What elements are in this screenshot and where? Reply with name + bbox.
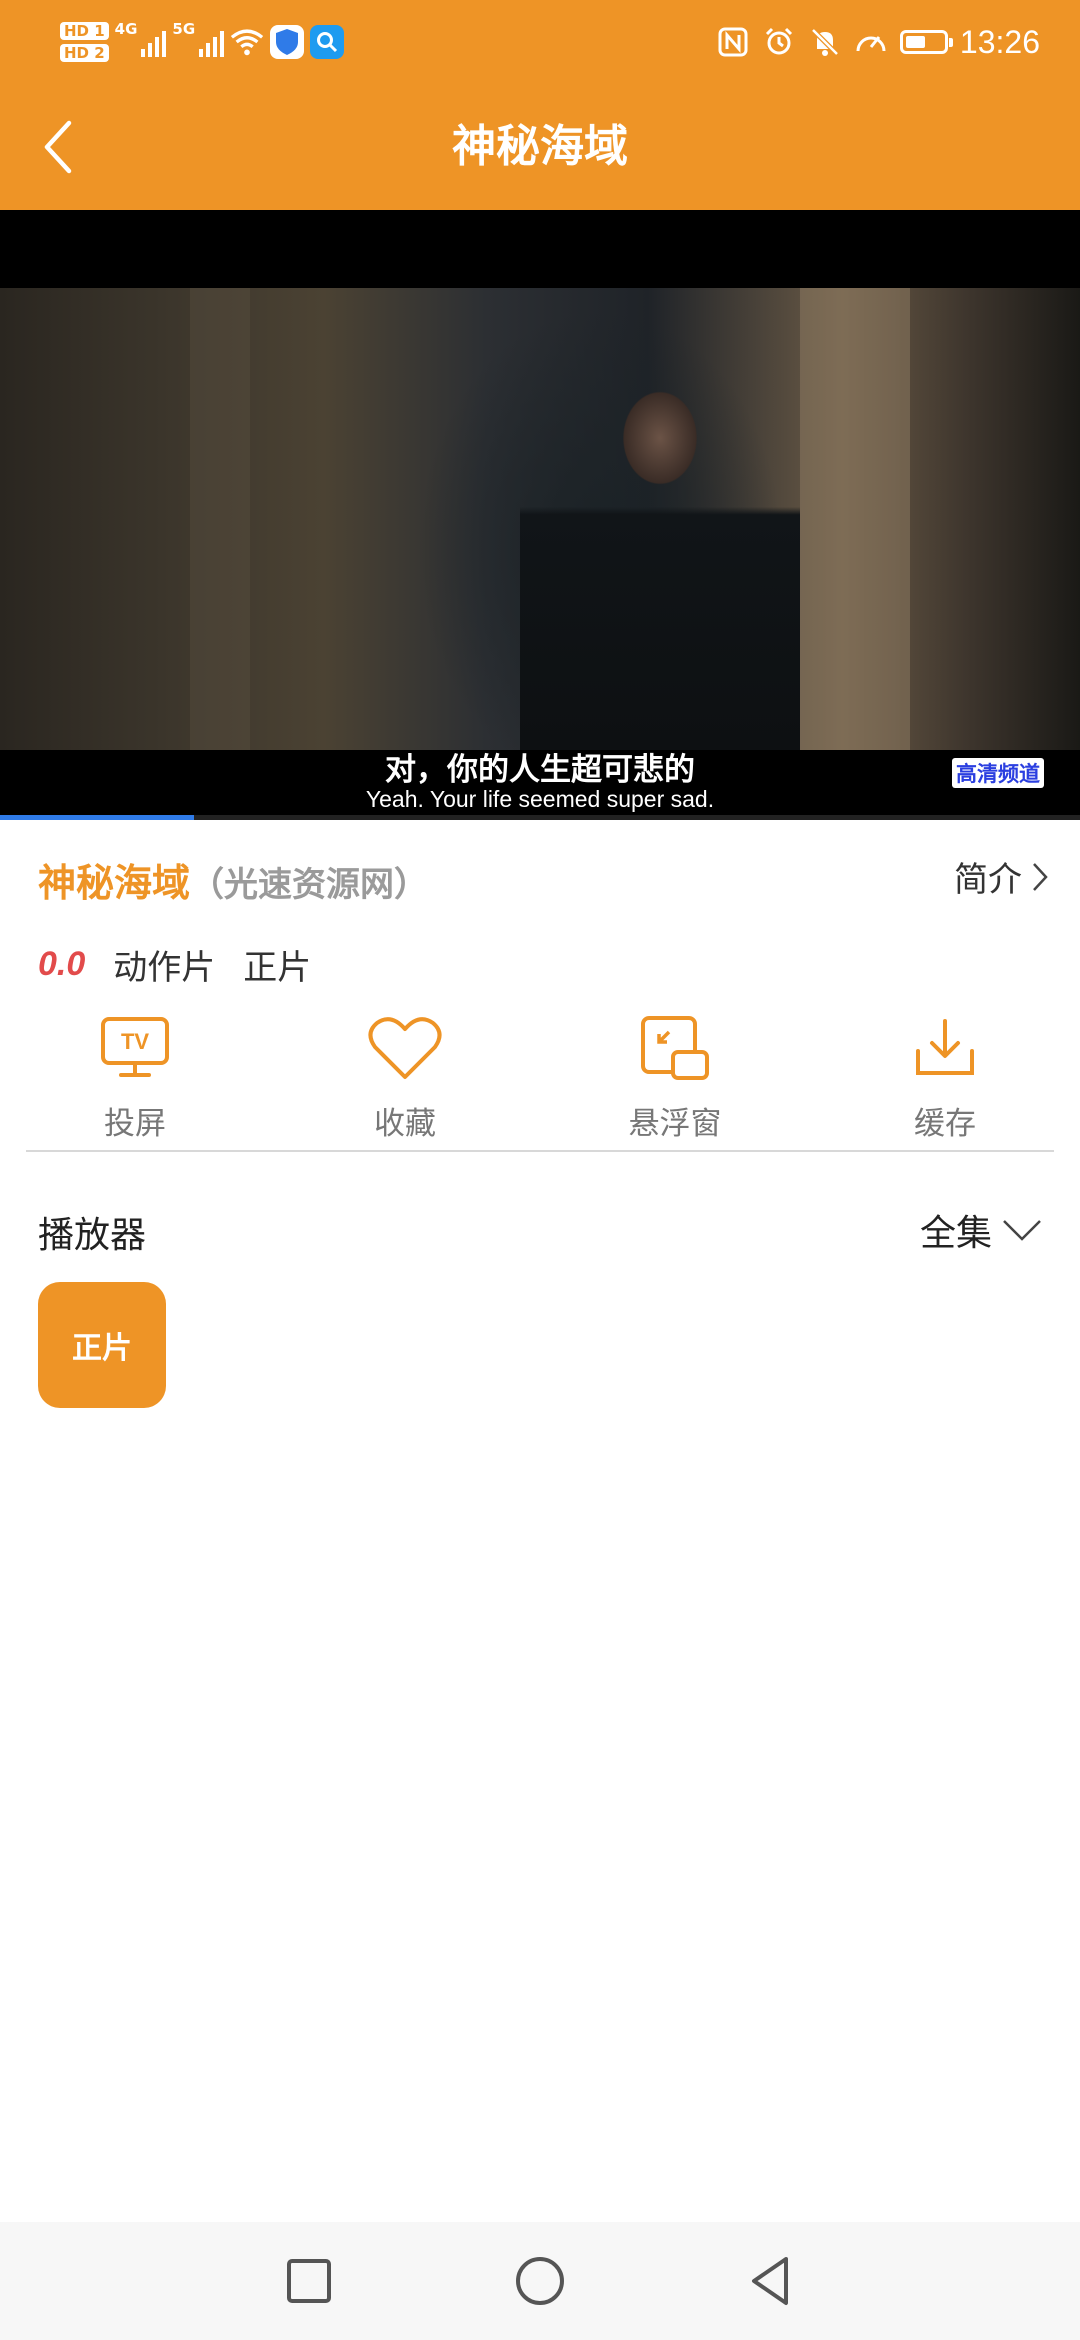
- mute-icon: [808, 25, 842, 59]
- video-frame: [0, 288, 1080, 750]
- subtitle-chinese: 对，你的人生超可悲的: [385, 752, 695, 788]
- download-label: 缓存: [914, 1106, 976, 1142]
- search-app-icon: [310, 25, 345, 59]
- square-icon: [287, 2259, 331, 2303]
- signal-1-icon: [141, 27, 167, 57]
- system-nav-bar: [0, 2222, 1080, 2340]
- circle-icon: [516, 2257, 564, 2305]
- wifi-icon: [230, 25, 264, 59]
- hd1-badge: HD 1: [60, 22, 109, 40]
- status-left: HD 1 HD 2 4G 5G: [60, 10, 345, 74]
- speed-icon: [854, 25, 888, 59]
- status-right: 13:26: [716, 10, 1040, 74]
- favorite-button[interactable]: 收藏: [270, 1010, 540, 1150]
- float-window-button[interactable]: 悬浮窗: [540, 1010, 810, 1150]
- video-title: 神秘海域（光速资源网）: [38, 852, 428, 907]
- favorite-label: 收藏: [374, 1106, 436, 1142]
- scene-column: [190, 288, 250, 750]
- page-title: 神秘海域: [452, 121, 628, 172]
- battery-fill: [905, 36, 926, 48]
- scene-pillar: [800, 288, 910, 750]
- cast-button[interactable]: TV 投屏: [0, 1010, 270, 1150]
- video-source: （光速资源网）: [190, 865, 429, 905]
- rating-score: 0.0: [38, 945, 86, 983]
- video-progress-bar[interactable]: [0, 815, 1080, 820]
- video-player[interactable]: 对，你的人生超可悲的 Yeah. Your life seemed super …: [0, 210, 1080, 820]
- hd2-badge: HD 2: [60, 44, 109, 62]
- intro-button[interactable]: 简介: [954, 852, 1050, 901]
- type-label: 正片: [243, 948, 312, 988]
- intro-label: 简介: [954, 860, 1022, 900]
- cast-label: 投屏: [104, 1106, 166, 1142]
- download-button[interactable]: 缓存: [810, 1010, 1080, 1150]
- channel-watermark: 高清频道: [952, 758, 1044, 788]
- tv-icon: TV: [97, 1010, 173, 1086]
- alarm-icon: [762, 25, 796, 59]
- heart-icon: [367, 1010, 443, 1086]
- video-meta: 0.0 动作片 正片: [38, 940, 311, 989]
- scene-figure: [520, 358, 800, 750]
- nfc-icon: [716, 25, 750, 59]
- genre-label: 动作片: [113, 948, 216, 988]
- shield-app-icon: [270, 25, 305, 59]
- section-divider: [26, 1150, 1054, 1152]
- video-progress-fill: [0, 815, 195, 820]
- clock: 13:26: [959, 23, 1040, 60]
- pip-icon: [637, 1010, 713, 1086]
- triangle-back-icon: [752, 2257, 788, 2305]
- status-bar: HD 1 HD 2 4G 5G 13:26: [0, 0, 1080, 84]
- battery-icon: [899, 30, 953, 54]
- app-header: 神秘海域: [0, 84, 1080, 210]
- float-window-label: 悬浮窗: [628, 1106, 722, 1142]
- network-5g-label: 5G: [172, 20, 196, 38]
- svg-text:TV: TV: [121, 1029, 149, 1054]
- action-bar: TV 投屏 收藏 悬浮窗 缓存: [0, 1010, 1080, 1150]
- episode-button[interactable]: 正片: [38, 1282, 166, 1408]
- recents-button[interactable]: [274, 2246, 344, 2316]
- all-episodes-button[interactable]: 全集: [920, 1204, 1044, 1256]
- download-icon: [907, 1010, 983, 1086]
- back-nav-button[interactable]: [736, 2246, 806, 2316]
- signal-2-icon: [199, 27, 225, 57]
- all-episodes-label: 全集: [919, 1213, 992, 1254]
- subtitle-english: Yeah. Your life seemed super sad.: [365, 786, 715, 812]
- video-title-text: 神秘海域: [38, 861, 191, 905]
- chevron-down-icon: [1003, 1220, 1041, 1241]
- hd-indicators: HD 1 HD 2: [60, 22, 109, 62]
- player-section-title: 播放器: [38, 1215, 147, 1256]
- network-4g-label: 4G: [114, 20, 138, 38]
- chevron-right-icon: [1033, 862, 1048, 891]
- home-button[interactable]: [505, 2246, 575, 2316]
